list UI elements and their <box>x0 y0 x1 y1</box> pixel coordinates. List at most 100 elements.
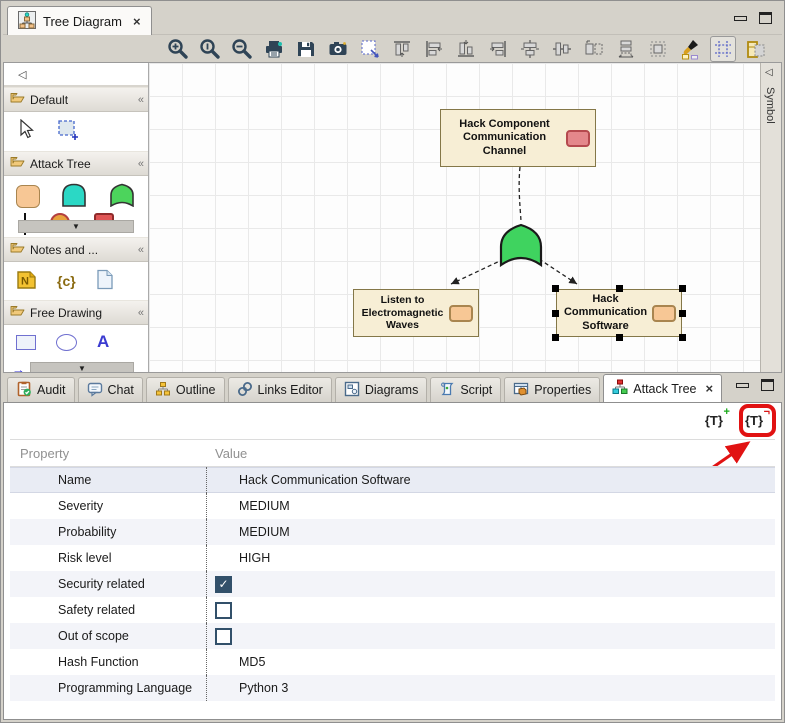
scroll-down-icon: ▼ <box>72 222 80 231</box>
section-label: Default <box>30 93 68 107</box>
format-painter-icon[interactable] <box>678 37 702 61</box>
out-of-scope-checkbox[interactable] <box>215 628 232 645</box>
tab-chat[interactable]: Chat <box>78 377 143 402</box>
center-horizontal-icon[interactable] <box>550 37 574 61</box>
document-tool[interactable] <box>96 269 114 293</box>
selection-handle[interactable] <box>679 310 686 317</box>
pin-icon[interactable]: « <box>138 244 142 256</box>
tab-audit[interactable]: Audit <box>7 377 75 402</box>
tab-tree-diagram[interactable]: Tree Diagram × <box>7 6 152 35</box>
pin-icon[interactable]: « <box>138 158 142 170</box>
align-bottom-icon[interactable] <box>454 37 478 61</box>
tab-label: Audit <box>37 383 66 397</box>
selection-handle[interactable] <box>616 285 623 292</box>
selection-handle[interactable] <box>616 334 623 341</box>
table-row[interactable]: Hash Function MD5 <box>10 649 775 675</box>
marquee-zoom-icon[interactable] <box>358 37 382 61</box>
or-gate-tool[interactable] <box>108 183 136 210</box>
node-right-selected[interactable]: Hack Communication Software <box>556 289 682 337</box>
align-top-icon[interactable] <box>390 37 414 61</box>
close-icon[interactable]: × <box>706 381 714 396</box>
symbol-style-icon[interactable] <box>744 37 768 61</box>
maximize-icon[interactable] <box>761 379 774 391</box>
palette-section-attack-tree[interactable]: Attack Tree « <box>4 151 148 176</box>
selection-handle[interactable] <box>679 285 686 292</box>
selection-handle[interactable] <box>552 310 559 317</box>
table-row[interactable]: Probability MEDIUM <box>10 519 775 545</box>
text-tool[interactable]: A <box>97 332 109 352</box>
selection-handle[interactable] <box>552 285 559 292</box>
palette-section-default[interactable]: Default « <box>4 87 148 112</box>
table-row[interactable]: Name Hack Communication Software <box>10 467 775 493</box>
palette-section-notes[interactable]: Notes and ... « <box>4 237 148 262</box>
palette-scrollbar-bottom[interactable]: ▼ <box>30 362 134 372</box>
node-root[interactable]: Hack Component Communication Channel <box>440 109 596 167</box>
center-vertical-icon[interactable] <box>518 37 542 61</box>
zoom-original-icon[interactable] <box>198 37 222 61</box>
table-row[interactable]: Out of scope <box>10 623 775 649</box>
selection-handle[interactable] <box>679 334 686 341</box>
table-row[interactable]: Programming Language Python 3 <box>10 675 775 701</box>
pin-icon[interactable]: « <box>138 307 142 319</box>
close-icon[interactable]: × <box>133 14 141 29</box>
rectangle-tool[interactable] <box>16 335 36 350</box>
column-property: Property <box>10 446 206 461</box>
tab-label: Diagrams <box>365 383 419 397</box>
attack-node-tool[interactable] <box>16 185 40 208</box>
remove-custom-tag-button[interactable]: {T}¬ <box>741 410 767 431</box>
minimize-icon[interactable] <box>736 383 749 388</box>
screenshot-icon[interactable] <box>326 37 350 61</box>
resize-to-fit-icon[interactable] <box>646 37 670 61</box>
tab-label: Script <box>460 383 492 397</box>
section-label: Attack Tree <box>30 157 91 171</box>
zoom-in-icon[interactable] <box>166 37 190 61</box>
save-icon[interactable] <box>294 37 318 61</box>
maximize-icon[interactable] <box>759 12 772 24</box>
folder-icon <box>10 156 25 171</box>
selection-handle[interactable] <box>552 334 559 341</box>
palette-scrollbar[interactable]: ▼ <box>18 220 134 233</box>
tab-links-editor[interactable]: Links Editor <box>228 377 332 402</box>
match-size-icon[interactable] <box>582 37 606 61</box>
safety-related-checkbox[interactable] <box>215 602 232 619</box>
symbol-panel-collapsed[interactable]: ◁ Symbol <box>760 63 781 372</box>
line-tool[interactable]: → <box>12 363 25 372</box>
table-row[interactable]: Security related <box>10 571 775 597</box>
tab-script[interactable]: Script <box>430 377 501 402</box>
tab-properties[interactable]: Properties <box>504 377 600 402</box>
tab-diagrams[interactable]: Diagrams <box>335 377 428 402</box>
panel-tabbar: Audit Chat Outline Links Editor Diagrams… <box>3 374 782 402</box>
minimize-icon[interactable] <box>734 16 747 21</box>
ellipse-tool[interactable] <box>56 334 77 351</box>
palette-section-free-drawing[interactable]: Free Drawing « <box>4 300 148 325</box>
properties-table: Property Value Name Hack Communication S… <box>10 439 775 701</box>
tab-attack-tree[interactable]: Attack Tree × <box>603 374 722 402</box>
marquee-tool[interactable] <box>56 119 80 144</box>
zoom-out-icon[interactable] <box>230 37 254 61</box>
application-window: Tree Diagram × ◁ <box>0 0 785 723</box>
select-tool[interactable] <box>16 119 36 144</box>
pin-icon[interactable]: « <box>138 94 142 106</box>
toggle-grid-icon[interactable] <box>710 36 736 62</box>
print-icon[interactable] <box>262 37 286 61</box>
tab-outline[interactable]: Outline <box>146 377 225 402</box>
table-row[interactable]: Severity MEDIUM <box>10 493 775 519</box>
scroll-down-icon: ▼ <box>78 364 86 372</box>
align-right-icon[interactable] <box>486 37 510 61</box>
palette-collapse-button[interactable]: ◁ <box>4 63 148 87</box>
bottom-panel: Audit Chat Outline Links Editor Diagrams… <box>3 374 782 720</box>
script-icon <box>439 381 455 400</box>
distribute-boxes-icon[interactable] <box>614 37 638 61</box>
security-related-checkbox[interactable] <box>215 576 232 593</box>
or-gate-shape <box>501 225 541 265</box>
node-left[interactable]: Listen to Electromagnetic Waves <box>353 289 479 337</box>
diagram-canvas[interactable]: Hack Component Communication Channel Lis… <box>149 63 761 372</box>
table-row[interactable]: Risk level HIGH <box>10 545 775 571</box>
constraint-tool[interactable]: {c} <box>57 273 76 289</box>
and-gate-tool[interactable] <box>60 183 88 210</box>
add-custom-tag-button[interactable]: {T}+ <box>701 410 727 431</box>
table-row[interactable]: Safety related <box>10 597 775 623</box>
note-tool[interactable]: N <box>16 270 37 293</box>
align-left-icon[interactable] <box>422 37 446 61</box>
collapse-left-icon: ◁ <box>18 68 26 81</box>
